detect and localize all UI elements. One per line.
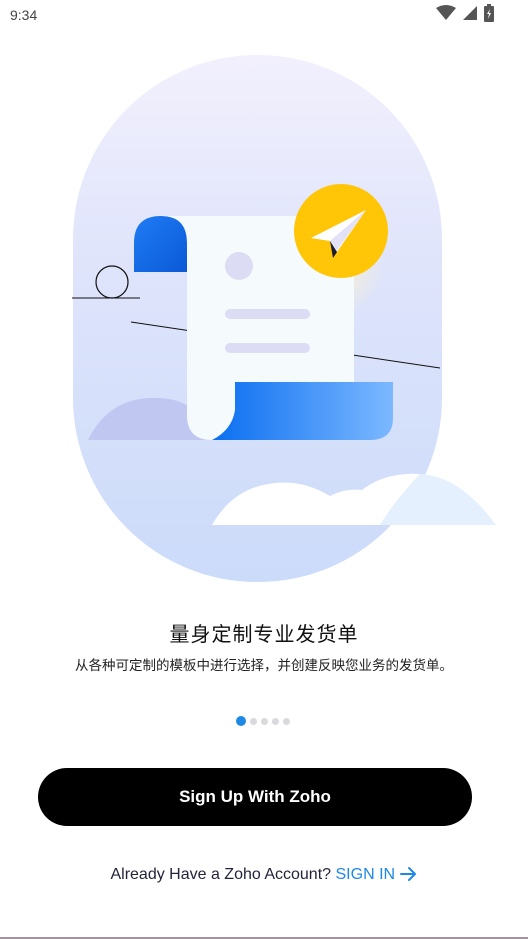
page-dot-2[interactable] bbox=[250, 717, 257, 725]
status-icons bbox=[436, 3, 494, 27]
onboarding-subtitle: 从各种可定制的模板中进行选择，并创建反映您业务的发货单。 bbox=[75, 658, 453, 673]
sign-in-row: Already Have a Zoho Account? SIGN IN bbox=[0, 866, 528, 884]
onboarding-title: 量身定制专业发货单 bbox=[169, 624, 359, 646]
status-time: 9:34 bbox=[10, 7, 38, 23]
page-dot-3[interactable] bbox=[261, 717, 268, 725]
signal-icon bbox=[462, 5, 478, 26]
page-dot-5[interactable] bbox=[283, 717, 290, 725]
sign-in-link[interactable]: SIGN IN bbox=[336, 866, 418, 883]
sign-up-button[interactable]: Sign Up With Zoho bbox=[38, 768, 472, 826]
already-have-account-text: Already Have a Zoho Account? bbox=[110, 866, 332, 883]
sign-in-label[interactable]: SIGN IN bbox=[336, 866, 396, 883]
onboarding-screen: 9:34 量身定制专业发货单 从各种可定制的模板中进行选择，并创建反映您业务的发… bbox=[0, 0, 528, 939]
status-bar: 9:34 bbox=[0, 0, 528, 32]
arrow-right-icon[interactable] bbox=[399, 866, 418, 883]
battery-icon bbox=[484, 3, 494, 27]
scroll-top-tab bbox=[134, 216, 187, 272]
wifi-icon bbox=[436, 4, 456, 26]
page-indicator bbox=[236, 715, 290, 727]
page-dot-1[interactable] bbox=[236, 716, 246, 726]
page-dot-4[interactable] bbox=[272, 717, 279, 725]
scroll-avatar-placeholder bbox=[225, 252, 253, 280]
onboarding-illustration bbox=[0, 40, 528, 600]
scroll-bottom-curl bbox=[212, 382, 393, 440]
